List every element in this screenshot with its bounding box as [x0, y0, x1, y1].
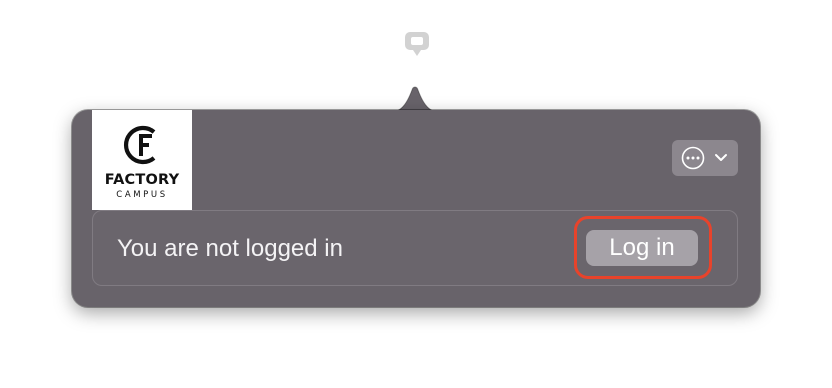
factory-campus-logo-mark — [124, 125, 156, 165]
logo-name: FACTORY — [104, 172, 180, 188]
login-status-text: You are not logged in — [117, 235, 343, 262]
login-button[interactable]: Log in — [586, 230, 698, 266]
more-options-button[interactable] — [672, 140, 738, 176]
menu-extra-icon[interactable] — [402, 28, 432, 58]
chevron-down-icon — [715, 154, 727, 161]
screen: FACTORY CAMPUS You are not logged in Log… — [0, 0, 832, 388]
factory-campus-logo: FACTORY CAMPUS — [92, 110, 192, 210]
ellipsis-circle-icon — [681, 146, 705, 170]
logo-subtitle: CAMPUS — [116, 190, 168, 200]
